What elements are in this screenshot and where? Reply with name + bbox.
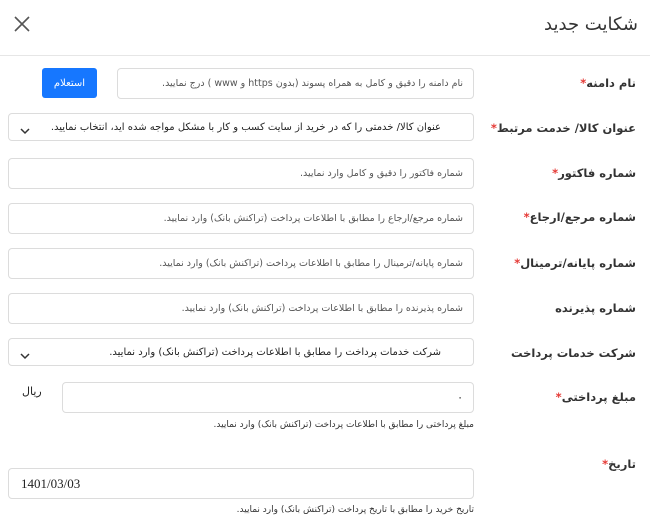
- modal-header: شکایت جدید: [0, 0, 650, 56]
- chevron-down-icon: [19, 347, 31, 360]
- product-select[interactable]: عنوان کالا/ خدمتی را که در خرید از سایت …: [8, 113, 474, 141]
- terminal-input[interactable]: شماره پایانه/ترمینال را مطابق با اطلاعات…: [8, 248, 474, 279]
- amount-input[interactable]: ۰: [62, 382, 474, 413]
- product-selected-text: عنوان کالا/ خدمتی را که در خرید از سایت …: [50, 122, 441, 133]
- invoice-input[interactable]: شماره فاکتور را دقیق و کامل وارد نمایید.: [8, 158, 474, 189]
- product-label: عنوان کالا/ خدمت مرتبط*: [490, 121, 636, 135]
- amount-unit: ریال: [22, 385, 42, 398]
- invoice-label: شماره فاکتور*: [552, 166, 636, 180]
- reference-label: شماره مرجع/ارجاع*: [523, 210, 636, 224]
- acceptor-input[interactable]: شماره پذیرنده را مطابق با اطلاعات پرداخت…: [8, 293, 474, 324]
- reference-input[interactable]: شماره مرجع/ارجاع را مطابق با اطلاعات پرد…: [8, 203, 474, 234]
- inquiry-button[interactable]: استعلام: [42, 68, 97, 98]
- date-value: 1401/03/03: [21, 476, 81, 491]
- page-title: شکایت جدید: [544, 14, 638, 35]
- terminal-placeholder: شماره پایانه/ترمینال را مطابق با اطلاعات…: [159, 258, 463, 269]
- domain-input[interactable]: نام دامنه را دقیق و کامل به همراه پسوند …: [117, 68, 474, 99]
- payment-company-select[interactable]: شرکت خدمات پرداخت را مطابق با اطلاعات پر…: [8, 338, 474, 366]
- chevron-down-icon: [19, 122, 31, 135]
- terminal-label: شماره پایانه/ترمینال*: [514, 256, 636, 270]
- amount-value: ۰: [457, 391, 463, 404]
- date-input[interactable]: 1401/03/03: [8, 468, 474, 499]
- payment-company-selected-text: شرکت خدمات پرداخت را مطابق با اطلاعات پر…: [109, 347, 441, 358]
- date-hint: تاریخ خرید را مطابق با تاریخ پرداخت (ترا…: [236, 505, 474, 515]
- acceptor-label: شماره پذیرنده: [555, 301, 636, 315]
- date-label: تاریخ*: [602, 457, 636, 471]
- reference-placeholder: شماره مرجع/ارجاع را مطابق با اطلاعات پرد…: [163, 213, 463, 224]
- domain-label: نام دامنه*: [580, 76, 636, 90]
- payment-company-label: شرکت خدمات پرداخت: [510, 346, 636, 360]
- domain-placeholder: نام دامنه را دقیق و کامل به همراه پسوند …: [162, 78, 463, 89]
- amount-hint: مبلغ پرداختی را مطابق با اطلاعات پرداخت …: [213, 420, 474, 430]
- amount-label: مبلغ پرداختی*: [555, 390, 636, 404]
- close-icon[interactable]: [12, 14, 32, 34]
- invoice-placeholder: شماره فاکتور را دقیق و کامل وارد نمایید.: [299, 168, 463, 179]
- acceptor-placeholder: شماره پذیرنده را مطابق با اطلاعات پرداخت…: [181, 303, 463, 314]
